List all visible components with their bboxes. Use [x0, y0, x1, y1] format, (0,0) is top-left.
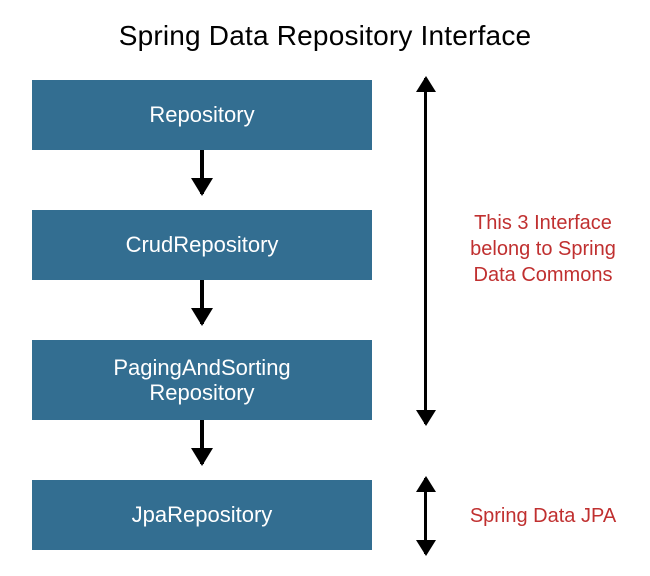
- double-arrow-icon: [424, 78, 427, 424]
- box-paging-and-sorting-repository: PagingAndSorting Repository: [32, 340, 372, 420]
- box-label: Repository: [149, 102, 254, 127]
- arrow-down-icon: [200, 280, 204, 324]
- box-label: JpaRepository: [132, 502, 273, 527]
- diagram-canvas: Spring Data Repository Interface Reposit…: [0, 0, 650, 576]
- box-repository: Repository: [32, 80, 372, 150]
- box-label: CrudRepository: [126, 232, 279, 257]
- box-crud-repository: CrudRepository: [32, 210, 372, 280]
- box-label: PagingAndSorting Repository: [113, 355, 290, 406]
- diagram-title: Spring Data Repository Interface: [0, 20, 650, 52]
- double-arrow-icon: [424, 478, 427, 554]
- annotation-commons: This 3 Interface belong to Spring Data C…: [458, 210, 628, 288]
- annotation-jpa: Spring Data JPA: [458, 503, 628, 529]
- arrow-down-icon: [200, 150, 204, 194]
- arrow-down-icon: [200, 420, 204, 464]
- box-jpa-repository: JpaRepository: [32, 480, 372, 550]
